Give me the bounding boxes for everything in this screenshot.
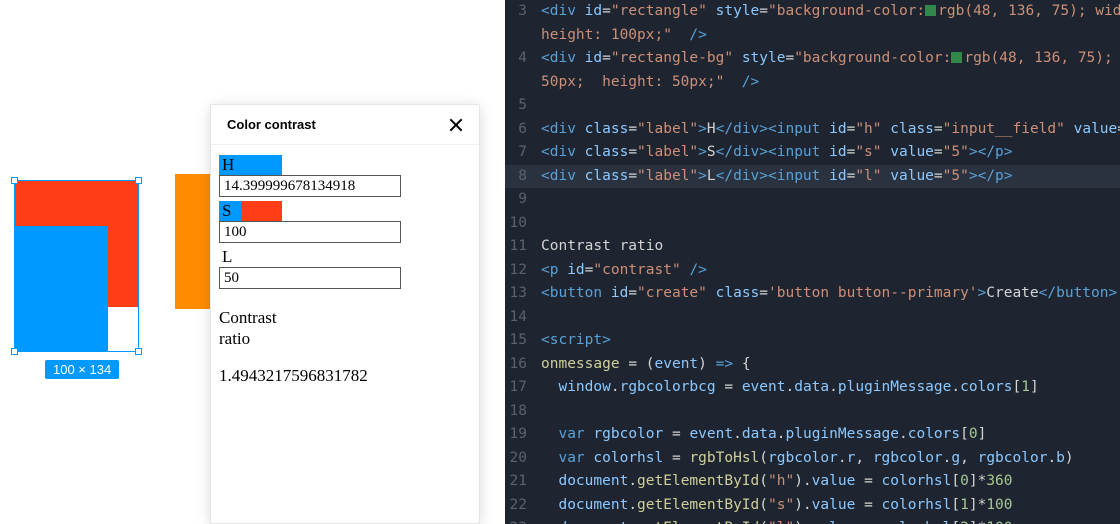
saturation-bar bbox=[219, 201, 471, 221]
code-line[interactable]: 12<p id="contrast" /> bbox=[505, 259, 1120, 283]
plugin-body: H S L Contrast ratio 1.4943217596831782 bbox=[211, 145, 479, 396]
code-line[interactable]: 3<div id="rectangle" style="background-c… bbox=[505, 0, 1120, 24]
code-line[interactable]: 23 document.getElementById("l").value = … bbox=[505, 517, 1120, 524]
code-line[interactable]: 11Contrast ratio bbox=[505, 235, 1120, 259]
resize-handle-bottom-right[interactable] bbox=[135, 348, 142, 355]
contrast-label-line2: ratio bbox=[219, 328, 471, 349]
resize-handle-bottom-left[interactable] bbox=[11, 348, 18, 355]
code-line[interactable]: 17 window.rgbcolorbcg = event.data.plugi… bbox=[505, 376, 1120, 400]
code-line[interactable]: 22 document.getElementById("s").value = … bbox=[505, 494, 1120, 518]
code-line[interactable]: 6<div class="label">H</div><input id="h"… bbox=[505, 118, 1120, 142]
code-line[interactable]: 9 bbox=[505, 188, 1120, 212]
side-rectangle[interactable] bbox=[175, 174, 210, 309]
code-line[interactable]: height: 100px;" /> bbox=[505, 24, 1120, 48]
hue-field: H bbox=[219, 155, 471, 197]
contrast-ratio-value: 1.4943217596831782 bbox=[219, 366, 471, 386]
code-line[interactable]: 8<div class="label">L</div><input id="l"… bbox=[505, 165, 1120, 189]
hue-bar bbox=[219, 155, 471, 175]
saturation-label: S bbox=[222, 201, 231, 221]
code-line[interactable]: 21 document.getElementById("h").value = … bbox=[505, 470, 1120, 494]
code-line[interactable]: 50px; height: 50px;" /> bbox=[505, 71, 1120, 95]
contrast-label-line1: Contrast bbox=[219, 307, 471, 328]
resize-handle-top-left[interactable] bbox=[11, 177, 18, 184]
plugin-header[interactable]: Color contrast bbox=[211, 105, 479, 145]
code-line[interactable]: 13<button id="create" class='button butt… bbox=[505, 282, 1120, 306]
code-line[interactable]: 10 bbox=[505, 212, 1120, 236]
hue-label: H bbox=[222, 155, 234, 175]
code-line[interactable]: 20 var colorhsl = rgbToHsl(rgbcolor.r, r… bbox=[505, 447, 1120, 471]
code-line[interactable]: 19 var rgbcolor = event.data.pluginMessa… bbox=[505, 423, 1120, 447]
lightness-label: L bbox=[222, 247, 232, 267]
saturation-input[interactable] bbox=[219, 221, 401, 243]
lightness-input[interactable] bbox=[219, 267, 401, 289]
resize-handle-top-right[interactable] bbox=[135, 177, 142, 184]
code-line[interactable]: 14 bbox=[505, 306, 1120, 330]
code-line[interactable]: 15<script> bbox=[505, 329, 1120, 353]
close-icon[interactable] bbox=[449, 118, 463, 132]
saturation-field: S bbox=[219, 201, 471, 243]
code-line[interactable]: 16onmessage = (event) => { bbox=[505, 353, 1120, 377]
lightness-field: L bbox=[219, 247, 471, 289]
code-line[interactable]: 18 bbox=[505, 400, 1120, 424]
code-line[interactable]: 5 bbox=[505, 94, 1120, 118]
selection-outline bbox=[14, 180, 139, 352]
plugin-title: Color contrast bbox=[227, 117, 316, 132]
selection-dimensions-badge: 100 × 134 bbox=[45, 360, 119, 379]
lightness-bar bbox=[219, 247, 471, 267]
code-line[interactable]: 7<div class="label">S</div><input id="s"… bbox=[505, 141, 1120, 165]
design-canvas[interactable]: 100 × 134 bbox=[0, 0, 210, 524]
code-editor[interactable]: 3<div id="rectangle" style="background-c… bbox=[505, 0, 1120, 524]
code-line[interactable]: 4<div id="rectangle-bg" style="backgroun… bbox=[505, 47, 1120, 71]
hue-input[interactable] bbox=[219, 175, 401, 197]
plugin-panel: Color contrast H S L Contrast ratio 1.49… bbox=[210, 104, 480, 524]
contrast-ratio-label: Contrast ratio bbox=[219, 307, 471, 350]
